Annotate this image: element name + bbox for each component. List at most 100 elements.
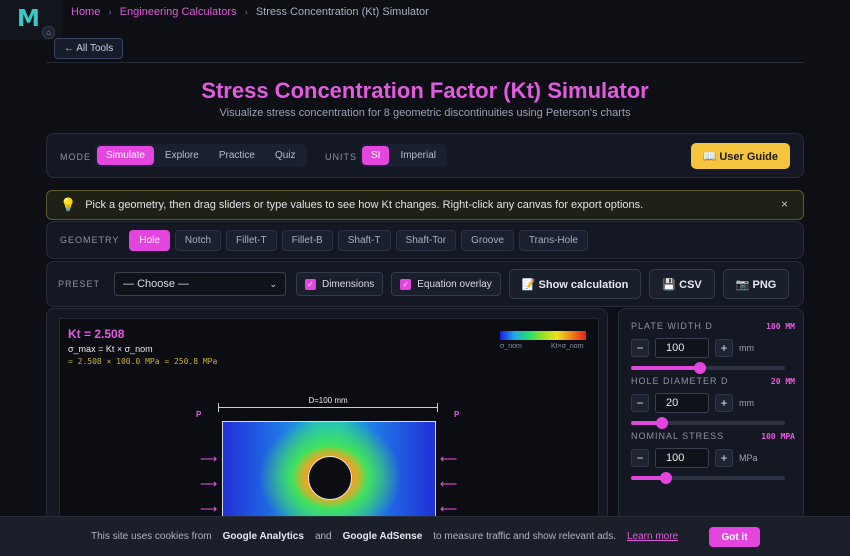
kt-value: Kt = 2.508 xyxy=(68,327,125,341)
breadcrumb-home-link[interactable]: Home xyxy=(71,6,100,18)
mode-explore[interactable]: Explore xyxy=(156,146,208,165)
formula-text: σ_max = Kt × σ_nom xyxy=(68,344,153,354)
equation-overlay-toggle[interactable]: ✓ Equation overlay xyxy=(391,272,501,296)
preset-panel: PRESET — Choose — ⌄ ✓ Dimensions ✓ Equat… xyxy=(46,261,804,307)
unit-label: mm xyxy=(739,343,754,353)
slider-fill xyxy=(631,366,701,370)
units-toggle: SI Imperial xyxy=(360,144,448,167)
legend-max-label: Kt×σ_nom xyxy=(551,343,584,350)
hole-diameter-control: HOLE DIAMETER D 20 MM − 20 + mm xyxy=(631,376,795,429)
nominal-stress-badge: 100 MPA xyxy=(761,431,795,441)
breadcrumb-current: Stress Concentration (Kt) Simulator xyxy=(255,6,429,18)
decrement-button[interactable]: − xyxy=(631,394,649,412)
geometry-hole[interactable]: Hole xyxy=(129,229,170,251)
cookie-and: and xyxy=(314,531,332,542)
tip-text: Pick a geometry, then drag sliders or ty… xyxy=(85,199,644,211)
close-icon[interactable]: × xyxy=(781,197,788,211)
all-tools-button[interactable]: ← All Tools xyxy=(54,38,124,59)
slider-thumb[interactable] xyxy=(660,472,673,484)
plate-width-input[interactable]: 100 xyxy=(655,338,709,358)
breadcrumb-separator: › xyxy=(108,6,112,18)
dimension-tick xyxy=(218,403,219,412)
dimension-tick xyxy=(437,403,438,412)
divider xyxy=(46,62,804,63)
geometry-shaft-t[interactable]: Shaft-T xyxy=(337,229,391,251)
geometry-fillet-b[interactable]: Fillet-B xyxy=(281,229,333,251)
plate-width-control: PLATE WIDTH D 100 MM − 100 + mm xyxy=(631,321,795,374)
unit-label: MPa xyxy=(739,453,758,463)
hole-diameter-slider[interactable] xyxy=(631,417,785,429)
user-guide-button[interactable]: 📖 User Guide xyxy=(690,143,790,169)
load-arrows-left: ⟶ ⟶ ⟶ xyxy=(200,452,218,516)
page-title: Stress Concentration Factor (Kt) Simulat… xyxy=(201,78,649,103)
mode-label: MODE xyxy=(60,152,91,162)
show-calculation-button[interactable]: 📝 Show calculation xyxy=(508,269,642,299)
cookie-text: This site uses cookies from xyxy=(91,531,212,542)
plate-width-label: PLATE WIDTH D xyxy=(631,321,713,331)
mode-practice[interactable]: Practice xyxy=(210,146,264,165)
slider-thumb[interactable] xyxy=(655,417,668,429)
legend-min-label: σ_nom xyxy=(500,343,522,350)
mode-panel: MODE Simulate Explore Practice Quiz UNIT… xyxy=(46,133,804,178)
cookie-adsense: Google AdSense xyxy=(342,531,423,542)
geometry-notch[interactable]: Notch xyxy=(174,229,222,251)
nominal-stress-control: NOMINAL STRESS 100 MPA − 100 + MPa xyxy=(631,431,795,484)
units-imperial[interactable]: Imperial xyxy=(391,146,445,165)
checkbox-checked-icon: ✓ xyxy=(305,278,317,290)
lightbulb-icon: 💡 xyxy=(60,197,77,212)
home-icon: ⌂ xyxy=(42,26,55,39)
hole-diameter-badge: 20 MM xyxy=(770,376,795,386)
breadcrumb: Home › Engineering Calculators › Stress … xyxy=(71,6,429,18)
breadcrumb-separator: › xyxy=(244,6,248,18)
chevron-down-icon: ⌄ xyxy=(269,278,278,289)
increment-button[interactable]: + xyxy=(715,449,733,467)
mode-simulate[interactable]: Simulate xyxy=(97,146,154,165)
learn-more-link[interactable]: Learn more xyxy=(627,531,678,542)
units-label: UNITS xyxy=(325,152,357,162)
nominal-stress-label: NOMINAL STRESS xyxy=(631,431,725,441)
got-it-button[interactable]: Got it xyxy=(709,527,760,547)
preset-select[interactable]: — Choose — ⌄ xyxy=(114,272,287,296)
equation-overlay-label: Equation overlay xyxy=(417,278,492,290)
nominal-stress-slider[interactable] xyxy=(631,472,785,484)
logo[interactable]: M ⌂ xyxy=(0,0,62,40)
preset-label: PRESET xyxy=(58,279,101,289)
geometry-trans-hole[interactable]: Trans-Hole xyxy=(518,229,588,251)
png-export-button[interactable]: 📷 PNG xyxy=(722,269,790,299)
load-label-right: P xyxy=(454,410,460,419)
dimensions-toggle[interactable]: ✓ Dimensions xyxy=(296,272,384,296)
mode-quiz[interactable]: Quiz xyxy=(266,146,305,165)
hole-diameter-input[interactable]: 20 xyxy=(655,393,709,413)
mode-toggle: Simulate Explore Practice Quiz xyxy=(95,144,307,167)
page-subtitle: Visualize stress concentration for 8 geo… xyxy=(219,107,631,119)
load-label-left: P xyxy=(196,410,202,419)
slider-thumb[interactable] xyxy=(694,362,707,374)
calc-text: = 2.508 × 100.0 MPa = 250.8 MPa xyxy=(68,357,218,366)
plate-width-slider[interactable] xyxy=(631,362,785,374)
cookie-ga: Google Analytics xyxy=(222,531,304,542)
color-legend-bar xyxy=(500,331,586,340)
hole xyxy=(308,456,352,500)
increment-button[interactable]: + xyxy=(715,394,733,412)
geometry-label: GEOMETRY xyxy=(60,235,120,245)
nominal-stress-input[interactable]: 100 xyxy=(655,448,709,468)
geometry-shaft-tor[interactable]: Shaft-Tor xyxy=(395,229,457,251)
checkbox-checked-icon: ✓ xyxy=(400,278,412,290)
plate-width-badge: 100 MM xyxy=(766,321,795,331)
breadcrumb-section-link[interactable]: Engineering Calculators xyxy=(120,6,237,18)
logo-mark: M xyxy=(17,6,40,32)
unit-label: mm xyxy=(739,398,754,408)
increment-button[interactable]: + xyxy=(715,339,733,357)
preset-value: — Choose — xyxy=(123,278,190,290)
load-arrows-right: ⟵ ⟵ ⟵ xyxy=(440,452,458,516)
dimension-line xyxy=(218,407,438,408)
units-si[interactable]: SI xyxy=(362,146,390,165)
hole-diameter-label: HOLE DIAMETER D xyxy=(631,376,729,386)
tip-banner: 💡 Pick a geometry, then drag sliders or … xyxy=(46,190,804,220)
csv-export-button[interactable]: 💾 CSV xyxy=(649,269,715,299)
geometry-groove[interactable]: Groove xyxy=(461,229,514,251)
geometry-fillet-t[interactable]: Fillet-T xyxy=(226,229,277,251)
decrement-button[interactable]: − xyxy=(631,449,649,467)
cookie-text-2: to measure traffic and show relevant ads… xyxy=(433,531,616,542)
decrement-button[interactable]: − xyxy=(631,339,649,357)
